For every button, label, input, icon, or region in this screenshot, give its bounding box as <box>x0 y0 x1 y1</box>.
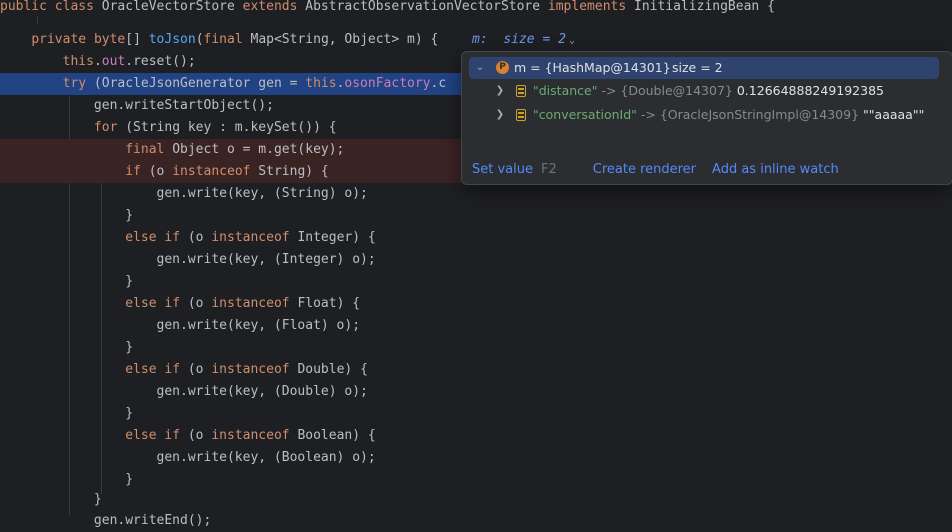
code-line[interactable]: } <box>0 489 952 511</box>
chevron-right-icon[interactable]: ❯ <box>494 104 506 126</box>
code-line[interactable]: gen.writeEnd(); <box>0 510 952 532</box>
set-value-shortcut: F2 <box>541 162 557 177</box>
map-entry-icon <box>516 85 526 97</box>
code-line[interactable]: } <box>0 337 952 359</box>
code-line[interactable]: gen.write(key, (String) o); <box>0 183 952 205</box>
map-entry-icon <box>516 109 526 121</box>
code-line[interactable]: } <box>0 205 952 227</box>
entry-text: "distance" -> {Double@14307} 0.126648882… <box>533 83 884 98</box>
code-line[interactable]: } <box>0 403 952 425</box>
popup-actions: Set value F2 Create renderer Add as inline … <box>472 160 839 180</box>
add-inline-watch-link[interactable]: Add as inline watch <box>712 162 839 177</box>
debug-value-popup[interactable]: ⌄ P m = {HashMap@14301} size = 2 ❯ "dist… <box>461 51 952 185</box>
create-renderer-link[interactable]: Create renderer <box>593 162 696 177</box>
set-value-link[interactable]: Set value <box>472 162 533 177</box>
inline-hint-name: m: <box>472 32 488 47</box>
entry-text: "conversationId" -> {OracleJsonStringImp… <box>533 107 925 122</box>
root-variable-label: m = {HashMap@14301} <box>514 60 671 75</box>
parameter-icon: P <box>496 61 509 74</box>
code-line[interactable]: gen.write(key, (Boolean) o); <box>0 447 952 469</box>
code-line[interactable]: public class OracleVectorStore extends A… <box>0 0 952 18</box>
map-entry-row[interactable]: ❯ "conversationId" -> {OracleJsonStringI… <box>462 104 950 126</box>
chevron-right-icon[interactable]: ❯ <box>494 80 506 102</box>
variable-tree-root[interactable]: ⌄ P m = {HashMap@14301} size = 2 <box>469 57 939 79</box>
root-size-label: size = 2 <box>672 60 723 75</box>
code-line[interactable]: gen.write(key, (Float) o); <box>0 315 952 337</box>
code-line[interactable]: else if (o instanceof Boolean) { <box>0 425 952 447</box>
code-line[interactable]: gen.write(key, (Double) o); <box>0 381 952 403</box>
code-line[interactable]: } <box>0 469 952 491</box>
code-line[interactable]: gen.write(key, (Integer) o); <box>0 249 952 271</box>
chevron-down-icon[interactable]: ⌄ <box>474 57 486 79</box>
inline-hint-value: size = 2 <box>503 32 566 47</box>
map-entry-row[interactable]: ❯ "distance" -> {Double@14307} 0.1266488… <box>462 80 950 102</box>
code-line[interactable]: else if (o instanceof Integer) { <box>0 227 952 249</box>
chevron-down-icon[interactable]: ⌄ <box>569 35 575 46</box>
code-line[interactable]: } <box>0 271 952 293</box>
inline-debug-value[interactable]: m: size = 2 ⌄ <box>472 29 575 51</box>
code-line[interactable]: else if (o instanceof Float) { <box>0 293 952 315</box>
code-line[interactable]: else if (o instanceof Double) { <box>0 359 952 381</box>
